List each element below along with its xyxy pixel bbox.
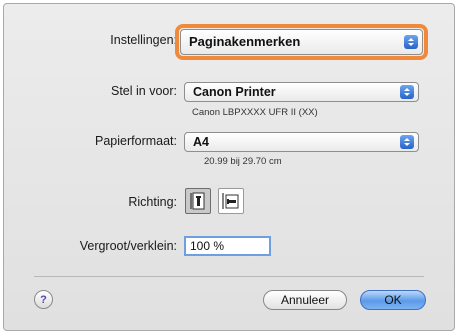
popup-arrows-icon <box>404 35 418 49</box>
settings-label: Instellingen: <box>110 33 177 47</box>
help-icon: ? <box>40 293 47 306</box>
portrait-orientation-icon <box>190 192 205 210</box>
printer-description: Canon LBPXXXX UFR II (XX) <box>192 107 318 118</box>
cancel-button[interactable]: Annuleer <box>263 290 347 310</box>
orientation-label: Richting: <box>128 195 177 209</box>
format-for-popup[interactable]: Canon Printer <box>184 82 419 102</box>
scale-label: Vergroot/verklein: <box>79 239 177 253</box>
landscape-orientation-icon <box>222 193 239 209</box>
orientation-landscape-button[interactable] <box>218 188 244 214</box>
paper-dimensions: 20.99 bij 29.70 cm <box>204 156 282 167</box>
format-for-popup-value: Canon Printer <box>193 85 276 99</box>
popup-arrows-icon <box>400 135 414 149</box>
page-setup-dialog: Instellingen: Paginakenmerken Stel in vo… <box>3 3 455 331</box>
settings-popup-value: Paginakenmerken <box>189 34 301 49</box>
paper-size-popup[interactable]: A4 <box>184 132 419 152</box>
orientation-portrait-button[interactable] <box>185 188 211 214</box>
settings-popup[interactable]: Paginakenmerken <box>180 29 423 55</box>
ok-button[interactable]: OK <box>360 290 426 310</box>
paper-size-popup-value: A4 <box>193 135 209 149</box>
paper-size-label: Papierformaat: <box>95 134 177 148</box>
help-button[interactable]: ? <box>34 290 53 309</box>
divider <box>34 276 424 277</box>
popup-arrows-icon <box>400 85 414 99</box>
format-for-label: Stel in voor: <box>110 84 177 98</box>
scale-input[interactable]: 100 % <box>184 236 271 256</box>
